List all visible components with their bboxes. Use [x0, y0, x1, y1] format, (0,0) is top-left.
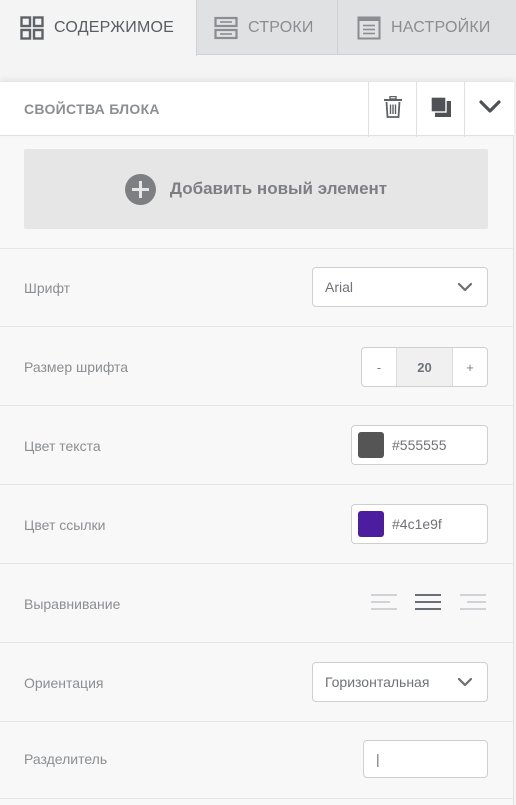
panel-title: СВОЙСТВА БЛОКА [24, 101, 160, 117]
orientation-row: Ориентация Горизонтальная [0, 642, 514, 721]
duplicate-block-button[interactable] [416, 82, 464, 137]
text-color-label: Цвет текста [24, 438, 101, 454]
tab-rows-label: СТРОКИ [248, 18, 314, 36]
tab-settings-label: НАСТРОЙКИ [391, 18, 491, 36]
decrease-font-size-button[interactable]: - [362, 348, 396, 386]
font-size-stepper: - 20 + [361, 347, 488, 387]
tab-settings[interactable]: НАСТРОЙКИ [338, 0, 516, 55]
trash-icon [383, 95, 403, 123]
separator-row: Разделитель | [0, 721, 514, 798]
text-color-value: #555555 [392, 437, 447, 453]
font-row: Шрифт Arial [0, 248, 514, 326]
duplicate-icon [429, 96, 452, 123]
alignment-label: Выравнивание [24, 596, 121, 612]
chevron-down-icon [457, 677, 473, 687]
font-size-label: Размер шрифта [24, 359, 129, 375]
link-color-field[interactable]: #4c1e9f [351, 504, 488, 544]
link-color-label: Цвет ссылки [24, 517, 106, 533]
chevron-down-icon [478, 100, 501, 119]
text-color-row: Цвет текста #555555 [0, 405, 514, 484]
delete-block-button[interactable] [368, 82, 416, 137]
tab-content-label: СОДЕРЖИМОЕ [54, 19, 175, 36]
orientation-label: Ориентация [24, 675, 104, 691]
align-left-button[interactable] [370, 593, 398, 613]
alignment-row: Выравнивание [0, 563, 514, 642]
link-color-row: Цвет ссылки #4c1e9f [0, 484, 514, 563]
collapse-panel-button[interactable] [464, 82, 514, 137]
text-color-swatch[interactable] [358, 432, 384, 458]
add-new-element-label: Добавить новый элемент [169, 179, 388, 198]
align-center-button[interactable] [414, 593, 442, 613]
font-select[interactable]: Arial [312, 267, 488, 307]
font-size-value[interactable]: 20 [396, 348, 453, 386]
add-new-element-button[interactable]: Добавить новый элемент [24, 149, 488, 229]
orientation-select-value: Горизонтальная [325, 674, 430, 690]
font-label: Шрифт [24, 280, 71, 296]
panel-header: СВОЙСТВА БЛОКА [0, 81, 514, 137]
grid-icon [20, 16, 44, 40]
tab-bar: СОДЕРЖИМОЕ СТРОКИ НАСТРОЙКИ [0, 0, 516, 56]
chevron-down-icon [457, 282, 473, 292]
align-left-icon [371, 594, 397, 610]
separator-label: Разделитель [24, 751, 108, 767]
align-right-icon [460, 594, 486, 610]
rows-icon [214, 16, 238, 40]
separator-input[interactable]: | [363, 740, 488, 778]
divider [0, 798, 514, 805]
tab-content[interactable]: СОДЕРЖИМОЕ [0, 0, 197, 56]
tab-rows[interactable]: СТРОКИ [197, 0, 338, 55]
align-center-icon [415, 594, 441, 610]
alignment-options [370, 593, 488, 613]
link-color-swatch[interactable] [358, 511, 384, 537]
font-select-value: Arial [325, 279, 354, 295]
align-right-button[interactable] [459, 593, 487, 613]
text-color-field[interactable]: #555555 [351, 425, 488, 465]
increase-font-size-button[interactable]: + [453, 348, 487, 386]
settings-panel-icon [357, 16, 381, 40]
plus-circle-icon [124, 173, 156, 205]
orientation-select[interactable]: Горизонтальная [312, 662, 488, 702]
block-properties-panel: СВОЙСТВА БЛОКА Добавить новый элемент Шр… [0, 81, 514, 805]
font-size-row: Размер шрифта - 20 + [0, 326, 514, 405]
link-color-value: #4c1e9f [392, 516, 442, 532]
